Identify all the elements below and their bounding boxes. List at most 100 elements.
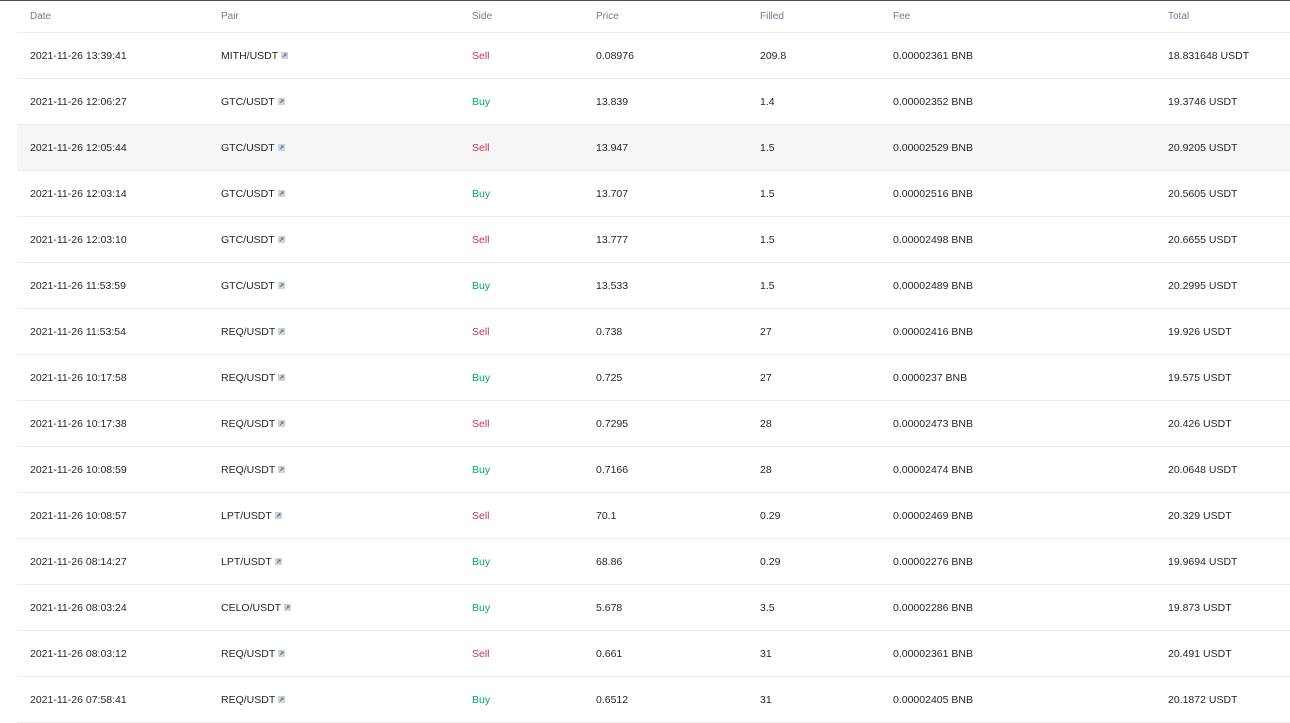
external-link-icon[interactable] <box>277 189 285 197</box>
trade-pair[interactable]: GTC/USDT <box>221 280 285 292</box>
trade-pair[interactable]: REQ/USDT <box>221 464 286 476</box>
table-row[interactable]: 2021-11-26 12:03:10 GTC/USDT Sell 13.777… <box>17 217 1290 263</box>
column-header-price[interactable]: Price <box>596 11 619 22</box>
pair-link[interactable]: LPT/USDT <box>221 510 272 522</box>
table-row[interactable]: 2021-11-26 07:58:41 REQ/USDT Buy 0.6512 … <box>17 677 1290 723</box>
pair-link[interactable]: GTC/USDT <box>221 280 275 292</box>
table-row[interactable]: 2021-11-26 10:08:59 REQ/USDT Buy 0.7166 … <box>17 447 1290 493</box>
trade-pair[interactable]: REQ/USDT <box>221 648 286 660</box>
trade-fee: 0.00002498 BNB <box>893 233 973 246</box>
trade-filled: 28 <box>760 417 772 430</box>
external-link-icon[interactable] <box>274 557 282 565</box>
trade-side: Sell <box>472 509 490 522</box>
table-row[interactable]: 2021-11-26 08:03:12 REQ/USDT Sell 0.661 … <box>17 631 1290 677</box>
trade-side: Buy <box>472 555 491 568</box>
external-link-icon[interactable] <box>278 327 286 335</box>
pair-link[interactable]: GTC/USDT <box>221 96 275 108</box>
table-header: Date Pair Side Price Filled Fee Total <box>17 1 1290 33</box>
table-row[interactable]: 2021-11-26 12:05:44 GTC/USDT Sell 13.947… <box>17 125 1290 171</box>
trade-fee: 0.00002529 BNB <box>893 141 973 154</box>
trade-fee: 0.00002516 BNB <box>893 187 973 200</box>
trade-pair[interactable]: REQ/USDT <box>221 694 286 706</box>
trade-date: 2021-11-26 10:08:57 <box>30 509 127 522</box>
trade-side: Buy <box>472 279 491 292</box>
trade-pair[interactable]: REQ/USDT <box>221 326 286 338</box>
table-row[interactable]: 2021-11-26 08:14:27 LPT/USDT Buy 68.86 0… <box>17 539 1290 585</box>
pair-link[interactable]: REQ/USDT <box>221 648 275 660</box>
trade-pair[interactable]: MITH/USDT <box>221 50 289 62</box>
trade-pair[interactable]: REQ/USDT <box>221 418 286 430</box>
trade-fee: 0.00002474 BNB <box>893 463 973 476</box>
column-header-fee[interactable]: Fee <box>893 11 910 22</box>
pair-link[interactable]: REQ/USDT <box>221 694 275 706</box>
table-row[interactable]: 2021-11-26 10:17:38 REQ/USDT Sell 0.7295… <box>17 401 1290 447</box>
pair-link[interactable]: CELO/USDT <box>221 602 281 614</box>
table-row[interactable]: 2021-11-26 12:06:27 GTC/USDT Buy 13.839 … <box>17 79 1290 125</box>
trade-pair[interactable]: GTC/USDT <box>221 96 285 108</box>
pair-link[interactable]: GTC/USDT <box>221 234 275 246</box>
trade-price: 0.725 <box>596 371 623 384</box>
external-link-icon[interactable] <box>277 97 285 105</box>
trade-price: 13.777 <box>596 233 629 246</box>
trade-pair[interactable]: GTC/USDT <box>221 188 285 200</box>
external-link-icon[interactable] <box>277 143 285 151</box>
column-header-filled[interactable]: Filled <box>760 11 784 22</box>
external-link-icon[interactable] <box>278 373 286 381</box>
trade-date: 2021-11-26 12:03:14 <box>30 187 127 200</box>
table-row[interactable]: 2021-11-26 12:03:14 GTC/USDT Buy 13.707 … <box>17 171 1290 217</box>
trade-pair[interactable]: REQ/USDT <box>221 372 286 384</box>
trade-price: 0.08976 <box>596 49 634 62</box>
table-row[interactable]: 2021-11-26 13:39:41 MITH/USDT Sell 0.089… <box>17 33 1290 79</box>
trade-date: 2021-11-26 11:53:59 <box>30 279 126 292</box>
external-link-icon[interactable] <box>278 419 286 427</box>
pair-link[interactable]: GTC/USDT <box>221 188 275 200</box>
trade-side: Buy <box>472 601 491 614</box>
trade-date: 2021-11-26 10:08:59 <box>30 463 127 476</box>
trade-price: 13.947 <box>596 141 629 154</box>
pair-link[interactable]: REQ/USDT <box>221 326 275 338</box>
table-row[interactable]: 2021-11-26 10:08:57 LPT/USDT Sell 70.1 0… <box>17 493 1290 539</box>
table-row[interactable]: 2021-11-26 08:03:24 CELO/USDT Buy 5.678 … <box>17 585 1290 631</box>
pair-link[interactable]: GTC/USDT <box>221 142 275 154</box>
trade-pair[interactable]: LPT/USDT <box>221 556 282 568</box>
trade-total: 20.1872 USDT <box>1168 693 1238 706</box>
trade-side: Sell <box>472 233 490 246</box>
external-link-icon[interactable] <box>277 235 285 243</box>
trade-fee: 0.00002286 BNB <box>893 601 973 614</box>
trade-filled: 1.5 <box>760 141 775 154</box>
trade-pair[interactable]: LPT/USDT <box>221 510 282 522</box>
trade-total: 20.329 USDT <box>1168 509 1232 522</box>
trade-price: 13.533 <box>596 279 629 292</box>
trade-fee: 0.0000237 BNB <box>893 371 968 384</box>
trade-pair[interactable]: GTC/USDT <box>221 234 285 246</box>
trade-side: Sell <box>472 325 490 338</box>
pair-link[interactable]: MITH/USDT <box>221 50 278 62</box>
pair-link[interactable]: REQ/USDT <box>221 372 275 384</box>
pair-link[interactable]: LPT/USDT <box>221 556 272 568</box>
trade-total: 20.6655 USDT <box>1168 233 1238 246</box>
external-link-icon[interactable] <box>278 649 286 657</box>
external-link-icon[interactable] <box>284 603 292 611</box>
trade-side: Sell <box>472 417 490 430</box>
trade-total: 18.831648 USDT <box>1168 49 1250 62</box>
column-header-total[interactable]: Total <box>1168 11 1189 22</box>
pair-link[interactable]: REQ/USDT <box>221 464 275 476</box>
table-row[interactable]: 2021-11-26 11:53:54 REQ/USDT Sell 0.738 … <box>17 309 1290 355</box>
column-header-date[interactable]: Date <box>30 11 51 22</box>
external-link-icon[interactable] <box>278 465 286 473</box>
trade-pair[interactable]: CELO/USDT <box>221 602 292 614</box>
external-link-icon[interactable] <box>281 51 289 59</box>
pair-link[interactable]: REQ/USDT <box>221 418 275 430</box>
column-header-side[interactable]: Side <box>472 11 492 22</box>
table-row[interactable]: 2021-11-26 11:53:59 GTC/USDT Buy 13.533 … <box>17 263 1290 309</box>
trade-side: Buy <box>472 371 491 384</box>
external-link-icon[interactable] <box>274 511 282 519</box>
trade-side: Sell <box>472 647 490 660</box>
trade-pair[interactable]: GTC/USDT <box>221 142 285 154</box>
trade-date: 2021-11-26 07:58:41 <box>30 693 127 706</box>
table-row[interactable]: 2021-11-26 10:17:58 REQ/USDT Buy 0.725 2… <box>17 355 1290 401</box>
trade-side: Buy <box>472 187 491 200</box>
external-link-icon[interactable] <box>277 281 285 289</box>
column-header-pair[interactable]: Pair <box>221 11 239 22</box>
external-link-icon[interactable] <box>278 695 286 703</box>
